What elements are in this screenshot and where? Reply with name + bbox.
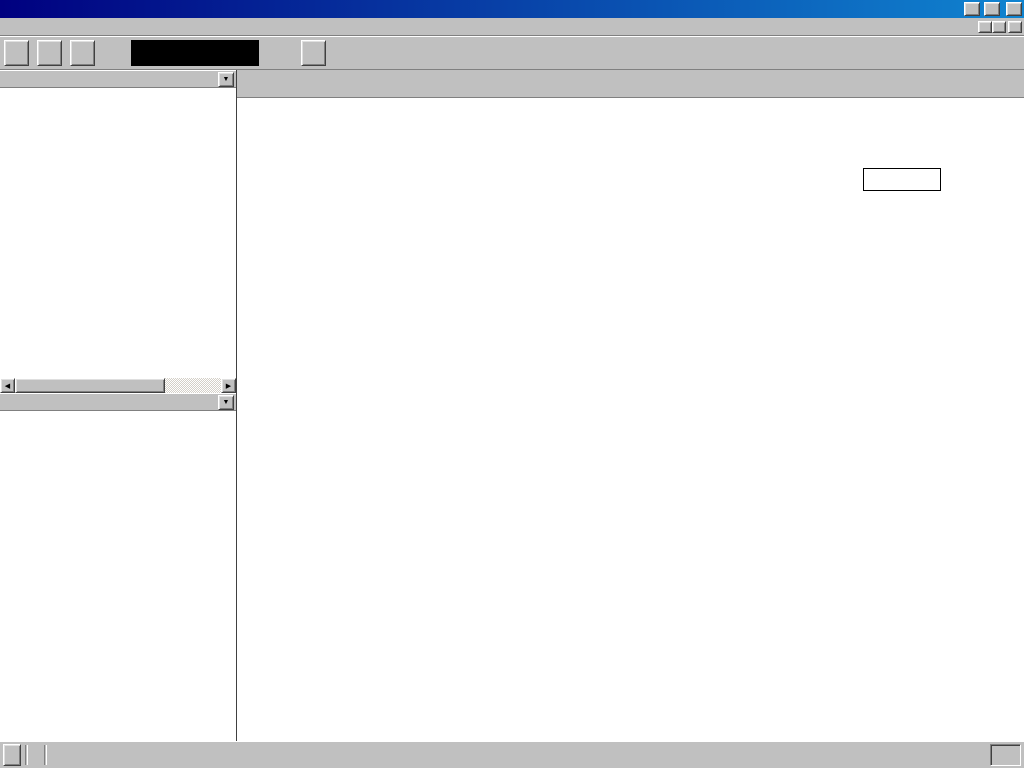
scroll-left-button[interactable]: ◀: [0, 378, 15, 393]
taskbar-divider: [25, 745, 28, 765]
setup-button[interactable]: [37, 40, 62, 66]
scroll-thumb[interactable]: [15, 378, 165, 393]
graph-chart[interactable]: [237, 98, 1024, 741]
graph-legend[interactable]: [863, 168, 941, 191]
data-panel-dropdown-button[interactable]: ▼: [218, 72, 234, 87]
child-restore-button[interactable]: [992, 21, 1006, 33]
data-tree: [0, 88, 236, 378]
scroll-right-button[interactable]: ▶: [221, 378, 236, 393]
window-close-button[interactable]: [1006, 2, 1022, 16]
window-minimize-button[interactable]: [964, 2, 980, 16]
start-button[interactable]: [70, 40, 95, 66]
displays-panel-dropdown-button[interactable]: ▼: [218, 395, 234, 410]
data-panel-header: ▼: [0, 70, 236, 88]
graph-window: [237, 70, 1024, 741]
displays-panel-header: ▼: [0, 393, 236, 411]
main-toolbar: [0, 36, 1024, 70]
title-bar: [0, 0, 1024, 18]
summary-button[interactable]: [4, 40, 29, 66]
datastudio-window: ▼ ◀ ▶ ▼: [0, 0, 1024, 768]
menu-bar: [0, 18, 1024, 36]
taskbar-divider: [44, 745, 47, 765]
window-maximize-button[interactable]: [984, 2, 1000, 16]
scroll-track[interactable]: [165, 378, 221, 393]
summary-panel: ▼ ◀ ▶ ▼: [0, 70, 237, 741]
data-panel-hscrollbar[interactable]: ◀ ▶: [0, 378, 236, 393]
calculate-button[interactable]: [301, 40, 326, 66]
start-menu-button[interactable]: [3, 744, 21, 766]
child-close-button[interactable]: [1008, 21, 1022, 33]
displays-tree: [0, 411, 236, 741]
experiment-timer: [131, 40, 259, 66]
system-tray: [990, 744, 1021, 766]
graph-toolbar: [237, 70, 1024, 98]
child-minimize-button[interactable]: [978, 21, 992, 33]
taskbar: [0, 741, 1024, 768]
legend-run-marker-diamond: [869, 174, 880, 185]
graph-plot-area[interactable]: [237, 98, 1024, 741]
